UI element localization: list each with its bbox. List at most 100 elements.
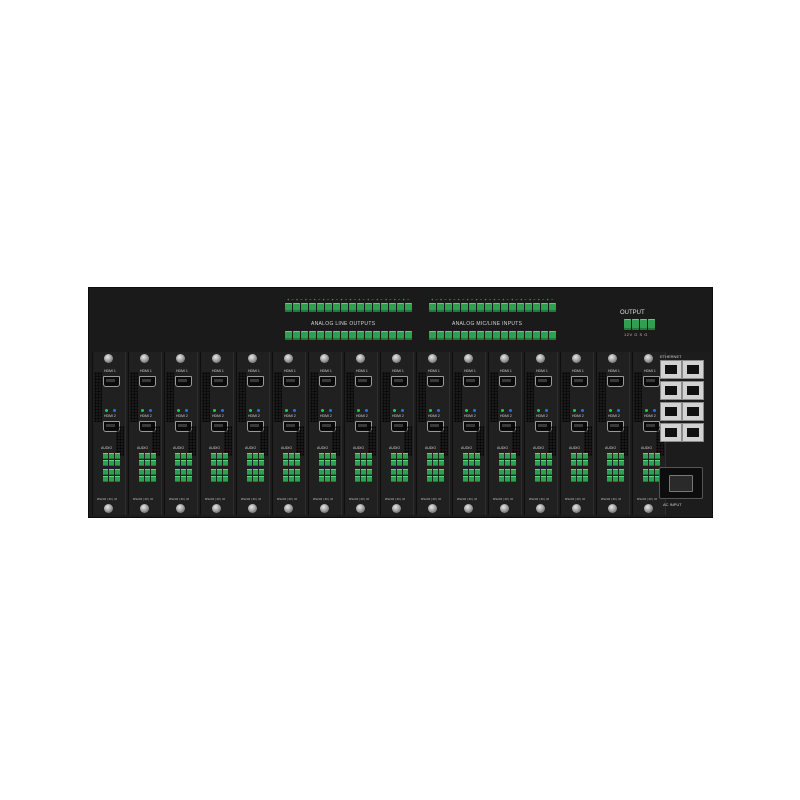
thumb-screw-icon[interactable] [572, 504, 581, 513]
audio-terminal[interactable] [427, 469, 444, 482]
terminal-pin [549, 303, 556, 312]
io-card: HDMI 1 HDMI 2 AUDIO RS232 | IR | IO [488, 352, 522, 515]
audio-terminal[interactable] [535, 469, 552, 482]
thumb-screw-icon[interactable] [248, 354, 257, 363]
thumb-screw-icon[interactable] [248, 504, 257, 513]
audio-terminal[interactable] [247, 469, 264, 482]
audio-terminal[interactable] [355, 469, 372, 482]
ethernet-port[interactable] [660, 423, 682, 442]
thumb-screw-icon[interactable] [320, 504, 329, 513]
hdmi-port[interactable] [535, 376, 552, 387]
thumb-screw-icon[interactable] [356, 504, 365, 513]
hdmi-port[interactable] [319, 376, 336, 387]
hdmi1-label: HDMI 1 [464, 369, 476, 373]
audio-terminal[interactable] [211, 469, 228, 482]
thumb-screw-icon[interactable] [464, 504, 473, 513]
hdmi-port[interactable] [571, 376, 588, 387]
thumb-screw-icon[interactable] [500, 504, 509, 513]
ethernet-port[interactable] [682, 423, 704, 442]
thumb-screw-icon[interactable] [608, 354, 617, 363]
ethernet-ports [660, 360, 704, 442]
audio-terminal[interactable] [535, 453, 552, 466]
hdmi-port[interactable] [247, 376, 264, 387]
audio-terminal[interactable] [175, 469, 192, 482]
thumb-screw-icon[interactable] [140, 354, 149, 363]
hdmi2-label: HDMI 2 [464, 414, 476, 418]
thumb-screw-icon[interactable] [212, 504, 221, 513]
audio-terminal[interactable] [427, 453, 444, 466]
thumb-screw-icon[interactable] [356, 354, 365, 363]
audio-terminal[interactable] [247, 453, 264, 466]
ethernet-port[interactable] [682, 402, 704, 421]
thumb-screw-icon[interactable] [176, 504, 185, 513]
terminal-pin [533, 303, 540, 312]
audio-terminal[interactable] [391, 453, 408, 466]
thumb-screw-icon[interactable] [572, 354, 581, 363]
ethernet-port[interactable] [660, 360, 682, 379]
audio-terminal[interactable] [499, 469, 516, 482]
thumb-screw-icon[interactable] [536, 504, 545, 513]
vent-grille [526, 372, 534, 422]
thumb-screw-icon[interactable] [284, 504, 293, 513]
ethernet-port[interactable] [660, 402, 682, 421]
terminal-pin [517, 331, 524, 340]
audio-terminal[interactable] [607, 469, 624, 482]
thumb-screw-icon[interactable] [428, 354, 437, 363]
ethernet-port[interactable] [682, 381, 704, 400]
thumb-screw-icon[interactable] [392, 354, 401, 363]
audio-terminal[interactable] [463, 469, 480, 482]
thumb-screw-icon[interactable] [212, 354, 221, 363]
hdmi-port[interactable] [103, 376, 120, 387]
hdmi-port[interactable] [463, 376, 480, 387]
audio-terminal[interactable] [139, 453, 156, 466]
audio-terminal[interactable] [319, 469, 336, 482]
rs232-ir-io-label: RS232 | IR | IO [349, 497, 370, 501]
thumb-screw-icon[interactable] [464, 354, 473, 363]
audio-terminal[interactable] [463, 453, 480, 466]
ac-power-inlet[interactable] [659, 467, 703, 499]
audio-terminal[interactable] [607, 453, 624, 466]
audio-terminal[interactable] [283, 453, 300, 466]
thumb-screw-icon[interactable] [644, 504, 653, 513]
hdmi-port[interactable] [283, 376, 300, 387]
audio-terminal[interactable] [499, 453, 516, 466]
hdmi-port[interactable] [139, 376, 156, 387]
hdmi-port[interactable] [175, 376, 192, 387]
terminal-pin [309, 331, 316, 340]
hdmi-port[interactable] [391, 376, 408, 387]
ethernet-port[interactable] [682, 360, 704, 379]
audio-terminal[interactable] [391, 469, 408, 482]
thumb-screw-icon[interactable] [428, 504, 437, 513]
audio-terminal[interactable] [211, 453, 228, 466]
audio-terminal[interactable] [103, 453, 120, 466]
terminal-pin [509, 331, 516, 340]
audio-terminal[interactable] [103, 469, 120, 482]
thumb-screw-icon[interactable] [644, 354, 653, 363]
hdmi-port[interactable] [607, 376, 624, 387]
audio-terminal[interactable] [175, 453, 192, 466]
thumb-screw-icon[interactable] [392, 504, 401, 513]
audio-terminal[interactable] [283, 469, 300, 482]
hdmi-port[interactable] [355, 376, 372, 387]
audio-terminal[interactable] [571, 469, 588, 482]
audio-terminal[interactable] [355, 453, 372, 466]
thumb-screw-icon[interactable] [104, 504, 113, 513]
hdmi-port[interactable] [427, 376, 444, 387]
output-connector [624, 319, 655, 330]
thumb-screw-icon[interactable] [536, 354, 545, 363]
thumb-screw-icon[interactable] [284, 354, 293, 363]
audio-terminal[interactable] [571, 453, 588, 466]
audio-terminal[interactable] [319, 453, 336, 466]
io-card: HDMI 1 HDMI 2 AUDIO RS232 | IR | IO [200, 352, 234, 515]
analog-mic-line-inputs-label: ANALOG MIC/LINE INPUTS [452, 321, 523, 327]
thumb-screw-icon[interactable] [176, 354, 185, 363]
ethernet-port[interactable] [660, 381, 682, 400]
thumb-screw-icon[interactable] [500, 354, 509, 363]
audio-terminal[interactable] [139, 469, 156, 482]
hdmi-port[interactable] [211, 376, 228, 387]
thumb-screw-icon[interactable] [320, 354, 329, 363]
thumb-screw-icon[interactable] [608, 504, 617, 513]
thumb-screw-icon[interactable] [104, 354, 113, 363]
hdmi-port[interactable] [499, 376, 516, 387]
thumb-screw-icon[interactable] [140, 504, 149, 513]
